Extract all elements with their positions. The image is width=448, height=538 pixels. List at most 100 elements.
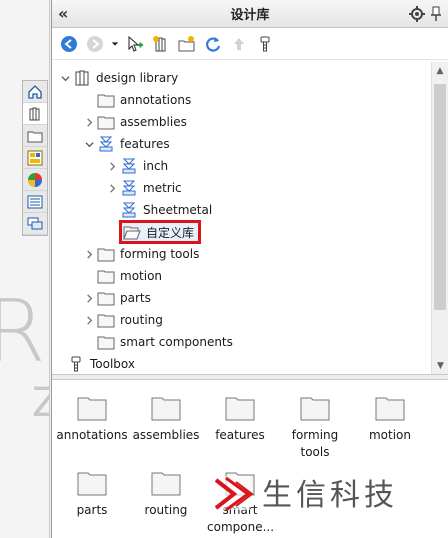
- grid-item-routing[interactable]: routing: [129, 456, 203, 519]
- up-one-level-button[interactable]: [228, 33, 250, 55]
- collapsed-chevron-icon[interactable]: [82, 243, 96, 265]
- open-folder-icon: [122, 223, 142, 241]
- collapsed-chevron-icon[interactable]: [105, 155, 119, 177]
- up-arrow-icon: [234, 37, 244, 50]
- design-library-icon: [72, 69, 92, 87]
- grid-item-parts[interactable]: parts: [55, 456, 129, 519]
- grid-item-label: features: [215, 428, 265, 442]
- history-dropdown[interactable]: [110, 33, 120, 55]
- folder-icon: [77, 395, 107, 421]
- grid-item-motion[interactable]: motion: [353, 381, 427, 444]
- folder-icon: [96, 333, 116, 351]
- grid-item-annotations[interactable]: annotations: [55, 381, 129, 444]
- collapsed-chevron-icon[interactable]: [82, 111, 96, 133]
- add-file-location-icon: [153, 35, 166, 51]
- home-icon: [28, 84, 42, 99]
- tree-item-toolbox[interactable]: Toolbox: [66, 353, 135, 374]
- toolbox-icon: [66, 355, 86, 373]
- feature-folder-icon: [119, 201, 139, 219]
- folder-icon: [375, 395, 405, 421]
- folder-icon: [151, 470, 181, 496]
- custom-properties-icon: [27, 195, 43, 208]
- tree-item-features[interactable]: features: [82, 133, 170, 155]
- tree-item-label: 自定义库: [146, 225, 195, 240]
- expanded-chevron-icon[interactable]: [58, 67, 72, 89]
- forum-icon: [27, 217, 43, 229]
- pane-splitter[interactable]: [52, 374, 448, 380]
- tree-scrollbar[interactable]: ▲ ▼: [431, 62, 448, 374]
- watermark-logo-icon: [214, 476, 254, 512]
- feature-folder-icon: [119, 157, 139, 175]
- tab-appearances[interactable]: [23, 169, 47, 191]
- background-glyph: R: [0, 282, 46, 382]
- tab-design-library[interactable]: [23, 103, 47, 125]
- tab-view-palette[interactable]: [23, 147, 47, 169]
- forward-arrow-icon: [87, 35, 103, 52]
- tree-item-motion[interactable]: motion: [82, 265, 162, 287]
- pane-title-bar: « 设计库: [52, 0, 448, 28]
- toolbox-icon: [260, 36, 270, 51]
- grid-item-label: annotations: [56, 428, 128, 442]
- tree-item-label: annotations: [120, 93, 192, 107]
- folder-icon: [151, 395, 181, 421]
- scroll-thumb[interactable]: [434, 84, 446, 310]
- tab-forum[interactable]: [23, 213, 47, 235]
- folder-icon: [27, 131, 43, 142]
- gear-icon[interactable]: [408, 5, 426, 23]
- tree-item-label: assemblies: [120, 115, 187, 129]
- back-button[interactable]: [58, 33, 80, 55]
- new-folder-icon: [178, 35, 195, 51]
- tree-item-annotations[interactable]: annotations: [82, 89, 191, 111]
- tab-file-explorer[interactable]: [23, 125, 47, 147]
- collapsed-chevron-icon[interactable]: [82, 287, 96, 309]
- folder-icon: [96, 113, 116, 131]
- grid-item-forming-tools[interactable]: forming tools: [278, 381, 352, 461]
- folder-icon: [96, 91, 116, 109]
- grid-item-label: assemblies: [132, 428, 200, 442]
- library-toolbar: [52, 28, 448, 60]
- tree-item-metric[interactable]: metric: [105, 177, 182, 199]
- folder-icon: [96, 289, 116, 307]
- background-glyph: Z: [32, 380, 49, 426]
- tree-item-label: smart components: [120, 335, 233, 349]
- tree-item-design-library[interactable]: design library: [58, 67, 178, 89]
- create-new-folder-button[interactable]: [176, 33, 198, 55]
- add-to-library-button[interactable]: [124, 33, 146, 55]
- expanded-chevron-icon[interactable]: [82, 133, 96, 155]
- tree-item-assemblies[interactable]: assemblies: [82, 111, 187, 133]
- forward-button[interactable]: [84, 33, 106, 55]
- tree-item-routing[interactable]: routing: [82, 309, 163, 331]
- design-library-pane: « 设计库 design library annotations assembl…: [51, 0, 448, 538]
- chevron-down-icon: [111, 41, 119, 46]
- scroll-up-arrow-icon[interactable]: ▲: [432, 62, 448, 79]
- folder-icon: [77, 470, 107, 496]
- tree-item-smart-components[interactable]: smart components: [82, 331, 233, 353]
- scroll-down-arrow-icon[interactable]: ▼: [432, 357, 448, 374]
- folder-icon: [96, 245, 116, 263]
- tree-item-sheetmetal[interactable]: Sheetmetal: [105, 199, 212, 221]
- add-file-location-button[interactable]: [150, 33, 172, 55]
- tree-item-label: Sheetmetal: [143, 203, 213, 217]
- tree-item-custom-library[interactable]: 自定义库: [119, 220, 202, 244]
- grid-item-assemblies[interactable]: assemblies: [129, 381, 203, 444]
- toolbox-button[interactable]: [254, 33, 276, 55]
- grid-item-label: routing: [144, 503, 188, 517]
- pin-icon[interactable]: [429, 5, 443, 23]
- refresh-button[interactable]: [202, 33, 224, 55]
- folder-icon: [225, 395, 255, 421]
- tree-item-label: parts: [120, 291, 151, 305]
- grid-item-features[interactable]: features: [203, 381, 277, 444]
- tree-item-label: metric: [143, 181, 182, 195]
- tree-item-inch[interactable]: inch: [105, 155, 168, 177]
- watermark-text: 生信科技: [262, 478, 398, 513]
- tree-item-parts[interactable]: parts: [82, 287, 151, 309]
- back-arrow-icon: [61, 35, 77, 52]
- tree-item-label: features: [120, 137, 170, 151]
- tree-item-forming-tools[interactable]: forming tools: [82, 243, 199, 265]
- refresh-icon: [206, 36, 221, 52]
- tab-home[interactable]: [23, 81, 47, 103]
- tree-item-label: Toolbox: [90, 357, 135, 371]
- collapsed-chevron-icon[interactable]: [82, 309, 96, 331]
- collapsed-chevron-icon[interactable]: [105, 177, 119, 199]
- tab-custom-properties[interactable]: [23, 191, 47, 213]
